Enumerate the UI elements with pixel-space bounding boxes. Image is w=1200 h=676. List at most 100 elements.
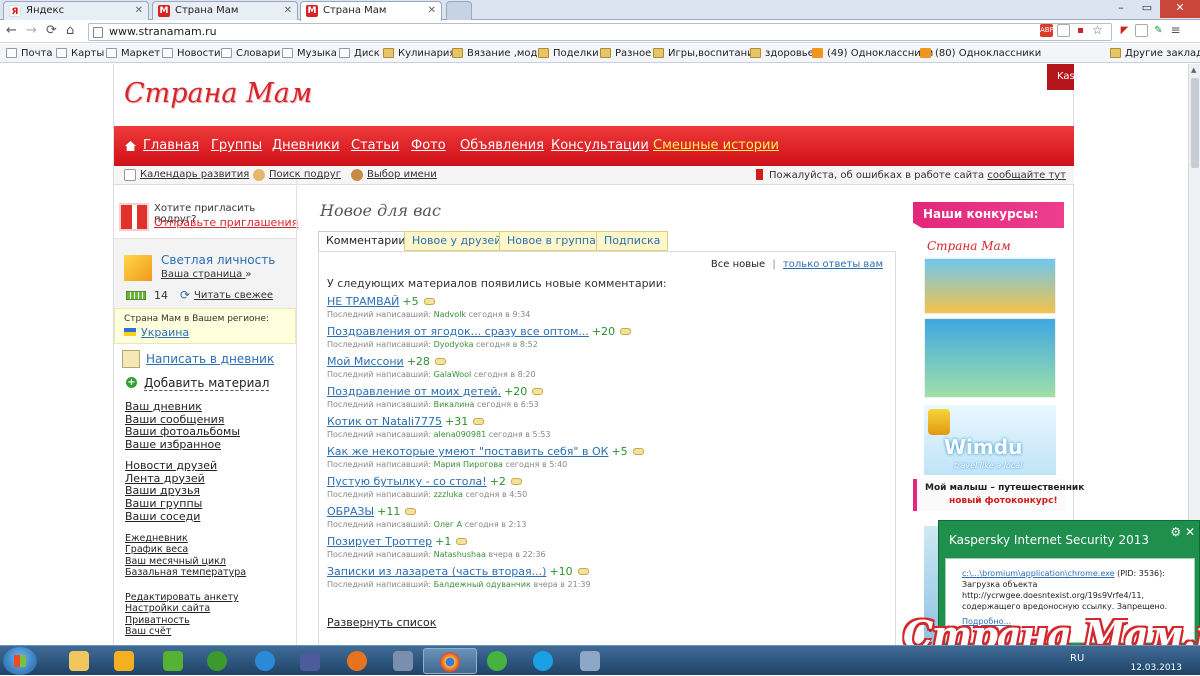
- nav-articles[interactable]: Статьи: [351, 138, 399, 153]
- comment-item-title[interactable]: Позирует Троттер: [327, 535, 432, 548]
- nav-photo[interactable]: Фото: [411, 138, 446, 153]
- link-edit-profile[interactable]: Редактировать анкету: [125, 592, 239, 603]
- last-author[interactable]: Natashushaa: [434, 550, 486, 559]
- extension-icon[interactable]: ▪: [1074, 24, 1087, 37]
- nav-funny-stories[interactable]: Смешные истории: [653, 138, 779, 153]
- taskbar-chrome[interactable]: [423, 648, 477, 674]
- minimize-button[interactable]: –: [1108, 0, 1134, 18]
- expand-list-button[interactable]: Развернуть список: [327, 616, 436, 629]
- bookmark-folder[interactable]: Игры,воспитание: [653, 47, 760, 60]
- forward-icon[interactable]: →: [26, 23, 37, 39]
- comment-item-title[interactable]: Записки из лазарета (часть вторая...): [327, 565, 546, 578]
- comment-bubble-icon[interactable]: [423, 298, 435, 305]
- kaspersky-badge[interactable]: Kas: [1047, 64, 1074, 90]
- taskbar-skype[interactable]: [516, 648, 570, 674]
- adblock-icon[interactable]: ABP: [1040, 24, 1054, 37]
- comment-bubble-icon[interactable]: [456, 538, 468, 545]
- clock-date[interactable]: 12.03.2013: [1130, 663, 1182, 673]
- subnav-find-friends[interactable]: Поиск подруг: [253, 169, 341, 181]
- nav-groups[interactable]: Группы: [211, 138, 262, 153]
- last-author[interactable]: alena090981: [434, 430, 487, 439]
- extension-icon[interactable]: [1135, 24, 1148, 37]
- last-author[interactable]: Nadvolk: [434, 310, 466, 319]
- close-window-button[interactable]: ✕: [1160, 0, 1200, 18]
- contest-banner-image-2[interactable]: [924, 318, 1056, 398]
- comment-item-title[interactable]: Котик от Natali7775: [327, 415, 442, 428]
- new-tab-button[interactable]: [446, 1, 472, 20]
- read-fresh-link[interactable]: Читать свежее: [180, 288, 273, 302]
- link-planner[interactable]: Ежедневник: [125, 533, 246, 544]
- bookmark-folder[interactable]: Вязание ,мода,: [452, 47, 547, 60]
- bookmark[interactable]: Маркет: [106, 47, 160, 60]
- write-diary-link[interactable]: Написать в дневник: [122, 350, 274, 368]
- filter-all[interactable]: Все новые: [711, 259, 765, 270]
- subnav-choose-name[interactable]: Выбор имени: [351, 169, 437, 181]
- invite-link[interactable]: Отправьте приглашения: [154, 216, 298, 229]
- taskbar-app[interactable]: [563, 648, 617, 674]
- close-icon[interactable]: ✕: [1185, 525, 1195, 539]
- link-friends-news[interactable]: Новости друзей: [125, 459, 217, 473]
- tab-stranamam-2[interactable]: M Страна Мам ✕: [300, 1, 442, 21]
- comment-bubble-icon[interactable]: [434, 358, 446, 365]
- comment-item-title[interactable]: Поздравление от моих детей.: [327, 385, 501, 398]
- comment-item-title[interactable]: ОБРАЗЫ: [327, 505, 374, 518]
- bookmark[interactable]: Почта: [6, 47, 53, 60]
- last-author[interactable]: Балдежный одуванчик: [434, 580, 531, 589]
- last-author[interactable]: GalaWool: [434, 370, 472, 379]
- taskbar-app[interactable]: [376, 648, 430, 674]
- back-icon[interactable]: ←: [6, 23, 17, 39]
- tab-subscription[interactable]: Подписка: [596, 231, 669, 251]
- comment-item-title[interactable]: Пустую бутылку - со стола!: [327, 475, 487, 488]
- last-author[interactable]: zzzluka: [434, 490, 463, 499]
- close-icon[interactable]: ✕: [284, 2, 292, 19]
- maximize-button[interactable]: ▭: [1134, 0, 1160, 18]
- link-basal-temperature[interactable]: Базальная температура: [125, 567, 246, 578]
- page-action-icon[interactable]: [1057, 24, 1070, 37]
- tab-yandex[interactable]: Я Яндекс ✕: [3, 1, 149, 20]
- bookmark[interactable]: Музыка: [282, 47, 337, 60]
- comment-bubble-icon[interactable]: [405, 508, 417, 515]
- language-indicator[interactable]: RU: [1070, 653, 1084, 664]
- home-icon[interactable]: [125, 141, 136, 151]
- other-bookmarks[interactable]: Другие закладки: [1110, 47, 1200, 60]
- process-path-link[interactable]: c:\...\bromium\application\chrome.exe: [962, 569, 1115, 578]
- tab-comments[interactable]: Комментарии: [318, 231, 414, 252]
- site-logo[interactable]: Страна Мам: [124, 78, 312, 109]
- link-site-settings[interactable]: Настройки сайта: [125, 603, 239, 614]
- close-icon[interactable]: ✕: [428, 2, 436, 19]
- start-button[interactable]: [3, 647, 37, 675]
- link-favorites[interactable]: Ваше избранное: [125, 438, 240, 452]
- menu-icon[interactable]: ≡: [1169, 24, 1182, 37]
- scroll-up-icon[interactable]: ▲: [1191, 66, 1199, 74]
- bookmark-folder[interactable]: здоровье: [750, 47, 814, 60]
- report-link[interactable]: сообщайте тут: [987, 170, 1066, 181]
- comment-item-title[interactable]: Как же некоторые умеют "поставить себя" …: [327, 445, 608, 458]
- link-cycle[interactable]: Ваш месячный цикл: [125, 556, 246, 567]
- taskbar-app[interactable]: [283, 648, 337, 674]
- comment-bubble-icon[interactable]: [473, 418, 485, 425]
- region-link[interactable]: Украина: [141, 326, 189, 339]
- bookmark[interactable]: Новости: [162, 47, 220, 60]
- tab-friends-news[interactable]: Новое у друзей: [404, 231, 510, 251]
- comment-item-title[interactable]: Поздравления от ягодок... сразу все опто…: [327, 325, 589, 338]
- bookmark[interactable]: Словари: [221, 47, 280, 60]
- last-author[interactable]: Викалина: [434, 400, 475, 409]
- comment-item-title[interactable]: НЕ ТРАМВАЙ: [327, 295, 399, 308]
- comment-bubble-icon[interactable]: [620, 328, 632, 335]
- link-neighbors[interactable]: Ваши соседи: [125, 510, 217, 524]
- comment-bubble-icon[interactable]: [532, 388, 544, 395]
- wimdu-banner[interactable]: Wimdu travel like a local: [924, 405, 1056, 475]
- bookmark[interactable]: Карты: [56, 47, 104, 60]
- profile-name[interactable]: Светлая личность: [161, 253, 275, 267]
- bookmark[interactable]: (49) Одноклассники: [812, 47, 933, 60]
- address-bar[interactable]: www.stranamam.ru: [88, 23, 1112, 41]
- taskbar-utorrent[interactable]: [190, 648, 244, 674]
- comment-bubble-icon[interactable]: [577, 568, 589, 575]
- bookmark-folder[interactable]: Поделки: [538, 47, 599, 60]
- tab-stranamam-1[interactable]: M Страна Мам ✕: [152, 1, 298, 20]
- comment-bubble-icon[interactable]: [632, 448, 644, 455]
- subnav-calendar[interactable]: Календарь развития: [124, 169, 249, 181]
- bookmark-folder[interactable]: Кулинария: [383, 47, 455, 60]
- nav-diaries[interactable]: Дневники: [272, 138, 340, 153]
- bookmark-folder[interactable]: Разное: [600, 47, 651, 60]
